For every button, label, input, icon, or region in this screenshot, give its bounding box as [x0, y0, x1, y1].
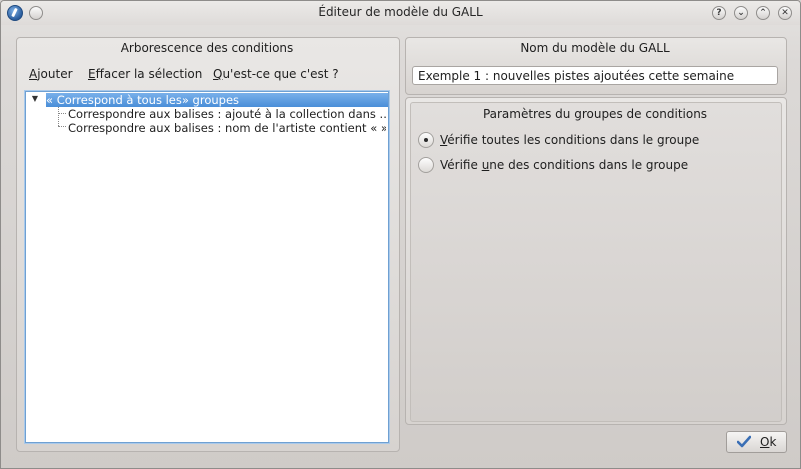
checkmark-icon: [737, 435, 751, 448]
match-any-radio[interactable]: [418, 157, 434, 173]
match-any-label[interactable]: Vérifie une des conditions dans le group…: [440, 158, 688, 172]
group-params-heading: Paramètres du groupes de conditions: [482, 107, 708, 121]
minimize-icon[interactable]: ⌄: [734, 6, 748, 20]
conditions-tree-heading: Arborescence des conditions: [120, 41, 294, 55]
title-bar[interactable]: Éditeur de modèle du GALL ? ⌄ ⌃ ✕: [1, 1, 800, 25]
clear-selection-button[interactable]: Effacer la sélection: [88, 67, 202, 81]
tree-child-item[interactable]: Correspondre aux balises : nom de l'arti…: [68, 121, 386, 135]
match-all-label[interactable]: Vérifie toutes les conditions dans le gr…: [440, 133, 699, 147]
close-icon[interactable]: ✕: [778, 6, 792, 20]
maximize-icon[interactable]: ⌃: [756, 6, 770, 20]
window-title: Éditeur de modèle du GALL: [318, 5, 483, 19]
tree-branch-tick: [58, 113, 66, 114]
radio-selected-dot: [424, 138, 428, 142]
ok-rest: k: [769, 435, 777, 449]
whats-this-button[interactable]: Qu'est-ce que c'est ?: [213, 67, 339, 81]
template-name-input[interactable]: [412, 66, 778, 85]
clear-label: ffacer la sélection: [95, 67, 203, 81]
match-any-pre: Vérifie: [440, 158, 482, 172]
ok-label: Ok: [760, 435, 776, 449]
match-any-text: ne des conditions dans le groupe: [489, 158, 689, 172]
match-all-radio[interactable]: [418, 132, 434, 148]
tree-branch-line: [58, 107, 59, 126]
help-icon[interactable]: ?: [712, 6, 726, 20]
ok-button[interactable]: Ok: [726, 431, 787, 453]
tree-root-item[interactable]: « Correspond à tous les» groupes: [46, 93, 388, 107]
whatsthis-label: u'est-ce que c'est ?: [222, 67, 339, 81]
add-label: jouter: [37, 67, 73, 81]
match-all-text: érifie toutes les conditions dans le gro…: [447, 133, 700, 147]
template-name-heading: Nom du modèle du GALL: [520, 41, 670, 55]
collapse-arrow-icon[interactable]: ▼: [30, 94, 40, 104]
tree-child-item[interactable]: Correspondre aux balises : ajouté à la c…: [68, 107, 386, 121]
conditions-tree[interactable]: ▼ « Correspond à tous les» groupes Corre…: [25, 91, 389, 443]
clear-mnemonic: E: [88, 67, 96, 81]
add-mnemonic: A: [29, 67, 38, 81]
group-params-box: [410, 102, 782, 422]
template-editor-window: Éditeur de modèle du GALL ? ⌄ ⌃ ✕ Arbore…: [0, 0, 801, 469]
add-button[interactable]: Ajouter: [29, 67, 73, 81]
tree-branch-tick: [58, 126, 66, 127]
